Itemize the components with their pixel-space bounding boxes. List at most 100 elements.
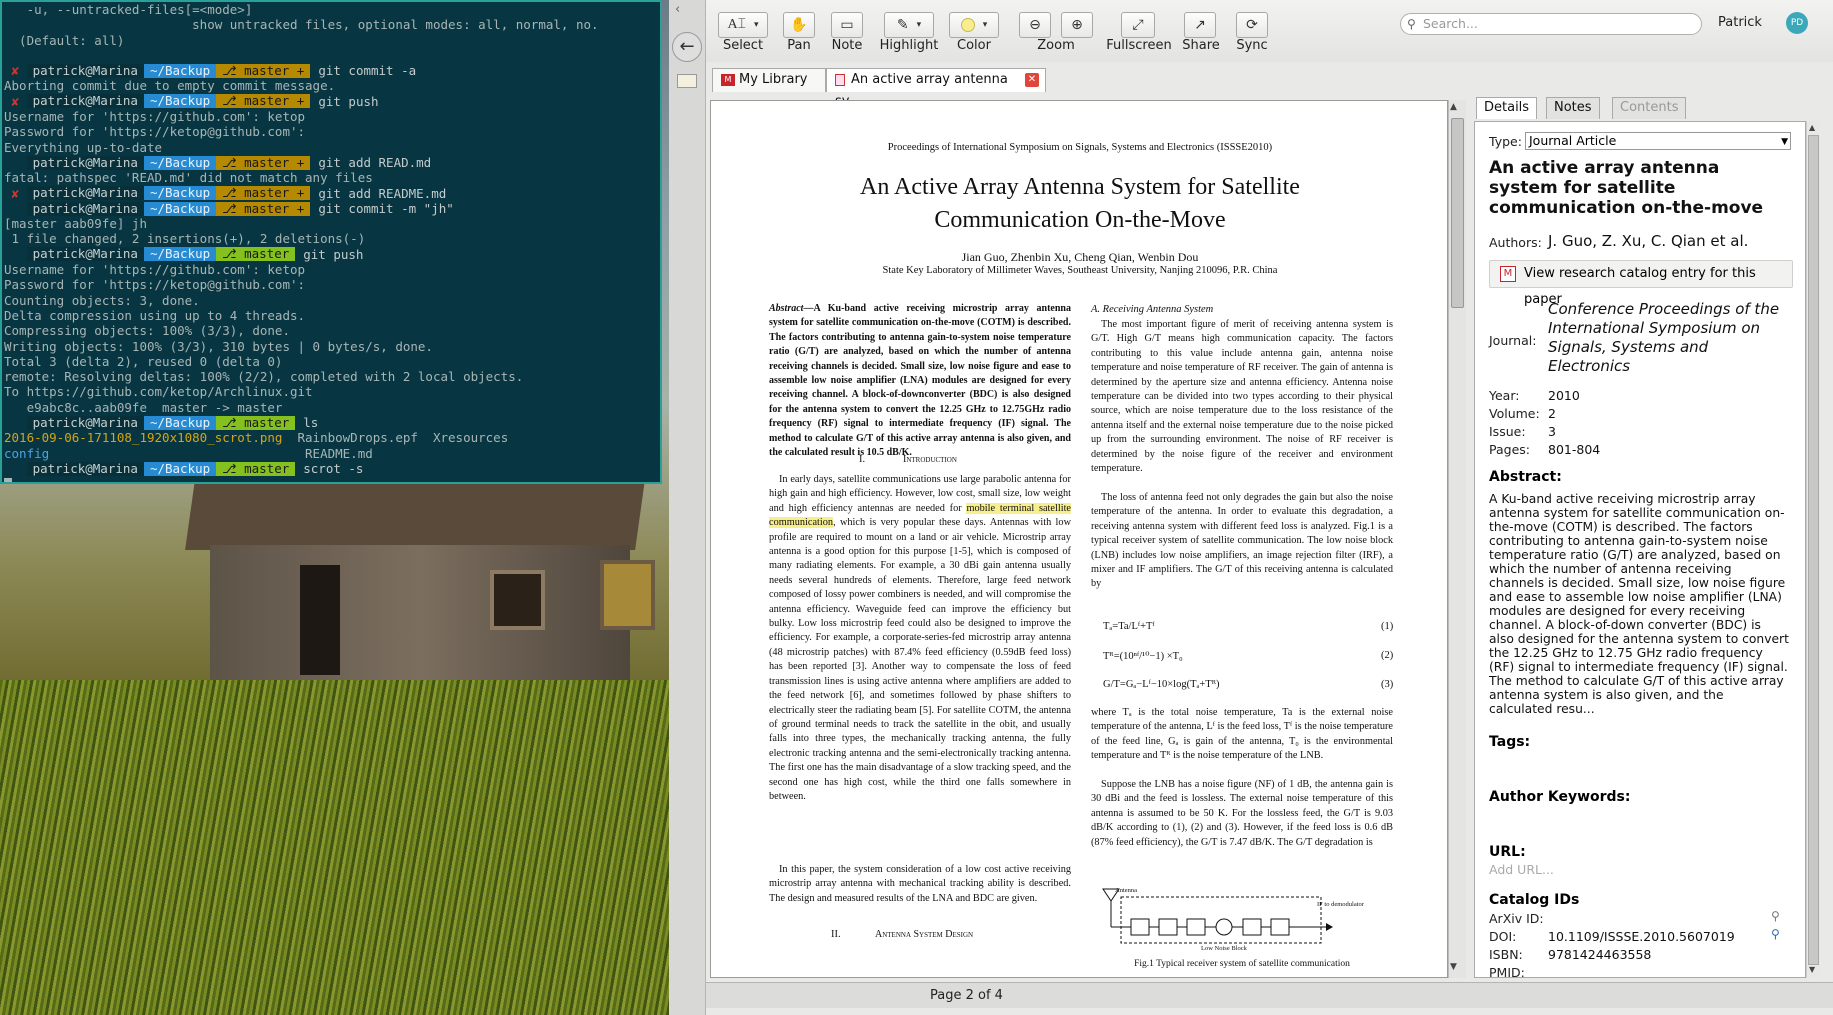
type-label: Type:: [1489, 134, 1522, 149]
user-name[interactable]: Patrick: [1718, 15, 1762, 30]
select-label: Select: [722, 38, 764, 53]
pages-value[interactable]: 801-804: [1548, 442, 1600, 457]
tab-contents[interactable]: Contents: [1612, 97, 1687, 119]
prompt-directory: ~/Backup: [143, 186, 217, 201]
fullscreen-icon: ⤢: [1132, 17, 1144, 33]
volume-value[interactable]: 2: [1548, 406, 1556, 421]
error-x-icon: ✘: [4, 185, 27, 201]
tab-details[interactable]: Details: [1476, 97, 1538, 119]
prompt-git-branch: ⎇ master +: [216, 186, 311, 201]
pdf-page[interactable]: Proceedings of International Symposium o…: [710, 100, 1448, 978]
pan-tool-button[interactable]: ✋: [783, 12, 815, 38]
search-placeholder: Search...: [1423, 16, 1478, 31]
zoom-out-button[interactable]: ⊖: [1019, 12, 1051, 38]
figure-antenna-label: Antenna: [1115, 887, 1138, 894]
url-input[interactable]: Add URL...: [1489, 862, 1554, 877]
year-value[interactable]: 2010: [1548, 388, 1580, 403]
terminal-output-line: (Default: all): [4, 32, 125, 48]
scroll-up-icon[interactable]: ▲: [1809, 123, 1815, 132]
sync-label: Sync: [1236, 38, 1268, 53]
highlight-tool-button[interactable]: ✎ ▾: [884, 12, 934, 38]
chevron-down-icon: ▼: [1781, 137, 1788, 147]
branch-name: master: [244, 246, 290, 262]
authors-value[interactable]: J. Guo, Z. Xu, C. Qian et al.: [1548, 232, 1748, 250]
note-tool-button[interactable]: ▭: [831, 12, 863, 38]
search-input[interactable]: ⚲ Search...: [1400, 13, 1702, 35]
ls-output-line: config README.md: [4, 446, 658, 461]
subsection-a-heading: A. Receiving Antenna System: [1091, 304, 1214, 315]
branch-name: master: [244, 460, 290, 476]
zoom-in-button[interactable]: ⊕: [1061, 12, 1093, 38]
abstract-value[interactable]: A Ku-band active receiving microstrip ar…: [1489, 492, 1789, 716]
close-icon[interactable]: ✕: [1025, 73, 1039, 87]
folder-icon[interactable]: [677, 74, 697, 88]
error-x-icon: [4, 415, 27, 430]
arxiv-label: ArXiv ID:: [1489, 911, 1544, 926]
isbn-label: ISBN:: [1489, 947, 1523, 962]
document-title[interactable]: An active array antenna system for satel…: [1489, 158, 1789, 218]
paper-authors: Jian Guo, Zhenbin Xu, Cheng Qian, Wenbin…: [961, 250, 1199, 264]
equation-3-number: (3): [1381, 679, 1394, 690]
scrollbar-thumb[interactable]: [1451, 118, 1464, 308]
catalog-ids-label: Catalog IDs: [1489, 892, 1580, 908]
type-select[interactable]: Journal Article ▼: [1525, 132, 1791, 150]
select-tool-button[interactable]: A⌶ ▾: [718, 12, 768, 38]
color-picker-button[interactable]: ▾: [949, 12, 999, 38]
tab-my-library[interactable]: M My Library: [712, 68, 826, 92]
chevron-down-icon[interactable]: ▾: [983, 20, 988, 30]
pages-label: Pages:: [1489, 442, 1530, 457]
sync-button[interactable]: ⟳: [1236, 12, 1268, 38]
scroll-down-icon[interactable]: ▼: [1809, 965, 1815, 974]
lookup-icon[interactable]: ⚲: [1771, 909, 1780, 923]
error-x-icon: [4, 201, 27, 216]
pdf-scrollbar[interactable]: ▲ ▼: [1448, 100, 1466, 978]
git-branch-icon: ⎇: [222, 414, 245, 430]
issue-value[interactable]: 3: [1548, 424, 1556, 439]
doi-value[interactable]: 10.1109/ISSSE.2010.5607019: [1548, 929, 1735, 944]
equation-1-number: (1): [1381, 621, 1394, 632]
prompt-user: patrick@Marina: [26, 63, 144, 78]
terminal-output-line: Delta compression using up to 4 threads.: [4, 307, 306, 323]
git-branch-icon: ⎇: [222, 93, 245, 109]
terminal-output-line: Password for 'https://ketop@github.com':: [4, 124, 306, 140]
prompt-command: scrot -s: [303, 460, 364, 476]
hand-icon: ✋: [790, 17, 808, 33]
color-label: Color: [957, 38, 991, 53]
prompt-user: patrick@Marina: [26, 461, 144, 476]
journal-value[interactable]: Conference Proceedings of the Internatio…: [1548, 300, 1788, 376]
fullscreen-button[interactable]: ⤢: [1121, 12, 1155, 38]
terminal-window[interactable]: -u, --untracked-files[=<mode>] show untr…: [0, 0, 662, 484]
collapse-arrow-icon[interactable]: ‹: [675, 2, 680, 17]
details-scrollbar[interactable]: ▲ ▼: [1806, 121, 1820, 978]
ls-output-line: 2016-09-06-171108_1920x1080_scrot.png Ra…: [4, 430, 658, 445]
document-tabbar: M My Library An active array antenna sy..…: [706, 66, 1833, 109]
search-icon: ⚲: [1407, 17, 1416, 31]
terminal-output-line: To https://github.com/ketop/Archlinux.gi…: [4, 384, 313, 400]
tab-notes[interactable]: Notes: [1546, 97, 1600, 119]
page-indicator[interactable]: Page 2 of 4: [930, 988, 1003, 1003]
isbn-value[interactable]: 9781424463558: [1548, 947, 1651, 962]
scroll-down-icon[interactable]: ▼: [1450, 962, 1457, 972]
avatar[interactable]: PD: [1786, 12, 1808, 34]
doi-label: DOI:: [1489, 929, 1517, 944]
prompt-directory: ~/Backup: [143, 63, 217, 78]
scroll-up-icon[interactable]: ▲: [1450, 102, 1457, 112]
terminal-cursor: [4, 478, 12, 482]
intro-text-b: , which is very popular these days. Ante…: [769, 517, 1071, 802]
equation-3: G/T=Gₐ−Lᶠ−10×log(Tₐ+Tᴿ): [1103, 679, 1220, 690]
scrollbar-thumb[interactable]: [1808, 135, 1819, 965]
paper-abstract: Abstract—A Ku-band active receiving micr…: [769, 303, 1071, 459]
share-button[interactable]: ↗: [1184, 12, 1216, 38]
lookup-icon[interactable]: ⚲: [1771, 927, 1780, 941]
chevron-down-icon[interactable]: ▾: [917, 20, 922, 30]
catalog-entry-link[interactable]: M View research catalog entry for this pa…: [1489, 260, 1793, 307]
git-branch-icon: ⎇: [222, 460, 245, 476]
tab-document[interactable]: An active array antenna sy...✕: [826, 68, 1046, 109]
back-button[interactable]: ←: [672, 32, 702, 62]
chevron-down-icon[interactable]: ▾: [754, 20, 759, 30]
prompt-user: patrick@Marina: [26, 186, 144, 201]
prompt-git-branch: ⎇ master: [216, 460, 296, 476]
authors-label: Authors:: [1489, 235, 1542, 250]
terminal-output-line: Username for 'https://github.com': ketop: [4, 109, 306, 125]
